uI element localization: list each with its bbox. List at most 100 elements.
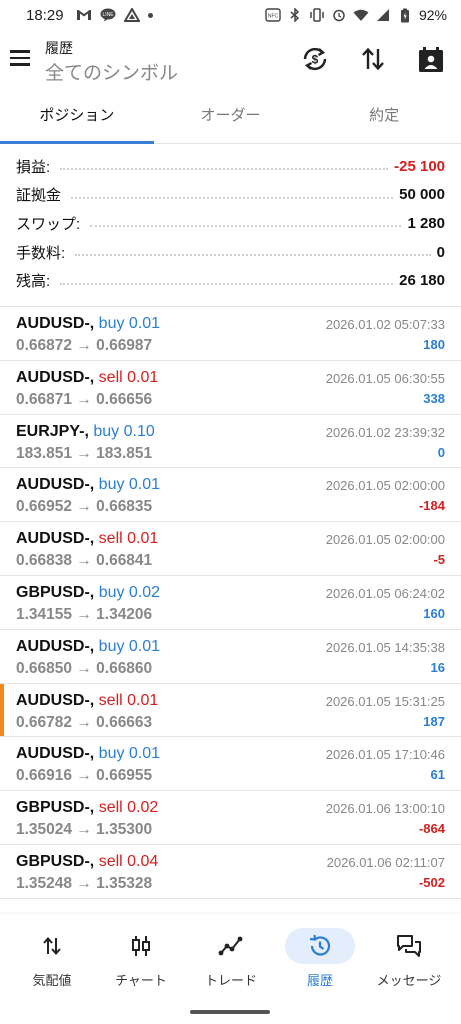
trade-row[interactable]: AUDUSD-, buy 0.01 0.66850 → 0.66860 2026.0… bbox=[0, 630, 461, 684]
page-title: 履歴 bbox=[45, 40, 73, 56]
menu-button[interactable] bbox=[10, 46, 36, 72]
gmail-icon bbox=[76, 8, 92, 22]
trend-line-icon bbox=[196, 928, 266, 964]
trade-symbol: EURJPY-, bbox=[16, 422, 89, 440]
nfc-icon: NFC bbox=[265, 8, 281, 22]
triangle-app-icon bbox=[123, 8, 140, 22]
sort-button[interactable] bbox=[358, 44, 388, 74]
trade-side-volume: sell 0.02 bbox=[98, 799, 159, 817]
nav-messages[interactable]: メッセージ bbox=[364, 928, 454, 998]
trade-title: AUDUSD-, sell 0.01 bbox=[16, 369, 158, 387]
dotted-leader bbox=[75, 254, 431, 257]
svg-text:NFC: NFC bbox=[268, 14, 279, 20]
trade-prices: 0.66838 → 0.66841 bbox=[16, 552, 153, 570]
trade-row[interactable]: EURJPY-, buy 0.10 183.851 → 183.851 2026.0… bbox=[0, 415, 461, 469]
trade-symbol: GBPUSD-, bbox=[16, 583, 95, 601]
summary-label: 損益: bbox=[16, 155, 55, 177]
trade-profit: 338 bbox=[423, 390, 445, 406]
more-notifications-dot bbox=[147, 12, 153, 18]
battery-icon bbox=[397, 8, 413, 22]
status-time: 18:29 bbox=[26, 6, 64, 24]
trade-profit: -5 bbox=[433, 552, 445, 568]
trade-row[interactable]: AUDUSD-, buy 0.01 0.66916 → 0.66955 2026.0… bbox=[0, 737, 461, 792]
summary-row-deposit: 証拠金 50 000 bbox=[0, 181, 461, 210]
tab-deals[interactable]: 約定 bbox=[307, 98, 461, 143]
notification-icons: LINE bbox=[76, 8, 153, 22]
trade-time: 2026.01.06 02:11:07 bbox=[326, 854, 445, 870]
trade-row[interactable]: GBPUSD-, sell 0.02 1.35024 → 1.35300 2026.… bbox=[0, 791, 461, 845]
wifi-icon bbox=[353, 8, 369, 22]
summary-label: 手数料: bbox=[16, 241, 70, 263]
trade-row[interactable]: GBPUSD-, buy 0.02 1.34155 → 1.34206 2026.0… bbox=[0, 576, 461, 630]
calendar-person-icon bbox=[419, 47, 443, 72]
summary-value: -25 100 bbox=[394, 157, 445, 175]
trade-profit: 0 bbox=[437, 444, 445, 460]
svg-text:LINE: LINE bbox=[102, 12, 114, 18]
trade-side-volume: buy 0.01 bbox=[98, 315, 161, 332]
trade-row[interactable]: AUDUSD-, sell 0.01 0.66782 → 0.66663 2026.… bbox=[0, 683, 461, 738]
trade-row[interactable]: AUDUSD-, sell 0.01 0.66871 → 0.66656 2026.… bbox=[0, 361, 461, 415]
swap-vertical-icon bbox=[17, 928, 87, 964]
trade-profit: 16 bbox=[430, 659, 445, 675]
trade-symbol: AUDUSD-, bbox=[16, 530, 95, 548]
trade-profit: 61 bbox=[430, 767, 445, 783]
summary-row-profit: 損益: -25 100 bbox=[0, 152, 461, 181]
summary-label: 残高: bbox=[16, 270, 55, 292]
tab-orders[interactable]: オーダー bbox=[154, 98, 308, 143]
trade-side-volume: sell 0.01 bbox=[98, 691, 159, 709]
nav-trade[interactable]: トレード bbox=[186, 928, 276, 998]
tab-positions[interactable]: ポジション bbox=[0, 98, 154, 144]
status-bar: 18:29 LINE NFC 92% bbox=[0, 0, 461, 30]
calendar-button[interactable] bbox=[416, 44, 446, 74]
nav-chart[interactable]: チャート bbox=[96, 928, 186, 998]
line-app-icon: LINE bbox=[100, 8, 116, 22]
trade-prices: 1.35024 → 1.35300 bbox=[16, 821, 153, 839]
bottom-navigation: 気配値 チャート トレード 履歴 メッセージ bbox=[0, 914, 461, 1024]
trade-time: 2026.01.05 06:30:55 bbox=[325, 370, 445, 386]
sort-arrows-icon bbox=[362, 47, 384, 71]
trade-time: 2026.01.05 15:31:25 bbox=[325, 693, 445, 709]
nav-history[interactable]: 履歴 bbox=[275, 928, 365, 998]
trade-profit: -184 bbox=[418, 498, 445, 514]
trade-title: AUDUSD-, buy 0.01 bbox=[16, 315, 160, 333]
trade-prices: 183.851 → 183.851 bbox=[16, 444, 153, 462]
trade-side-volume: buy 0.01 bbox=[98, 476, 161, 494]
nav-label: 気配値 bbox=[32, 973, 72, 988]
dotted-leader bbox=[60, 282, 394, 285]
currency-refresh-button[interactable]: $ bbox=[300, 44, 330, 74]
trade-title: AUDUSD-, buy 0.01 bbox=[16, 476, 160, 494]
trade-symbol: AUDUSD-, bbox=[16, 315, 95, 332]
trade-prices: 0.66952 → 0.66835 bbox=[16, 498, 153, 516]
trade-row-partial[interactable] bbox=[0, 899, 461, 913]
trade-side-volume: buy 0.10 bbox=[93, 422, 155, 440]
tab-bar: ポジション オーダー 約定 bbox=[0, 98, 461, 144]
svg-text:$: $ bbox=[312, 53, 319, 67]
trade-profit: -502 bbox=[418, 874, 445, 890]
trade-profit: 160 bbox=[423, 605, 445, 621]
symbol-filter[interactable]: 全てのシンボル bbox=[45, 58, 178, 85]
trade-side-volume: buy 0.02 bbox=[98, 583, 161, 601]
summary-panel: 損益: -25 100 証拠金 50 000 スワップ: 1 280 手数料: … bbox=[0, 152, 461, 295]
trade-side-volume: sell 0.01 bbox=[98, 368, 159, 386]
trade-side-volume: buy 0.01 bbox=[98, 745, 161, 763]
nav-label: チャート bbox=[115, 973, 167, 988]
summary-value: 50 000 bbox=[399, 186, 445, 204]
trade-row[interactable]: AUDUSD-, buy 0.01 0.66872 → 0.66987 2026.0… bbox=[0, 307, 461, 361]
candlestick-icon bbox=[106, 928, 176, 964]
trade-time: 2026.01.02 05:07:33 bbox=[325, 317, 445, 332]
trade-row[interactable]: AUDUSD-, buy 0.01 0.66952 → 0.66835 2026.0… bbox=[0, 468, 461, 523]
trade-prices: 1.35248 → 1.35328 bbox=[16, 874, 153, 892]
currency-refresh-icon: $ bbox=[303, 47, 327, 71]
trade-profit: -864 bbox=[418, 821, 445, 837]
history-icon bbox=[285, 928, 355, 964]
trade-prices: 0.66916 → 0.66955 bbox=[16, 767, 153, 785]
nav-label: メッセージ bbox=[376, 973, 442, 988]
home-indicator[interactable] bbox=[190, 1010, 270, 1014]
summary-row-commission: 手数料: 0 bbox=[0, 238, 461, 267]
trade-time: 2026.01.05 17:10:46 bbox=[325, 747, 445, 763]
trade-title: GBPUSD-, buy 0.02 bbox=[16, 584, 160, 602]
trade-row[interactable]: GBPUSD-, sell 0.04 1.35248 → 1.35328 2026.… bbox=[0, 845, 461, 899]
nav-label: 履歴 bbox=[306, 973, 333, 988]
trade-row[interactable]: AUDUSD-, sell 0.01 0.66838 → 0.66841 2026.… bbox=[0, 522, 461, 576]
nav-quotes[interactable]: 気配値 bbox=[7, 928, 97, 998]
